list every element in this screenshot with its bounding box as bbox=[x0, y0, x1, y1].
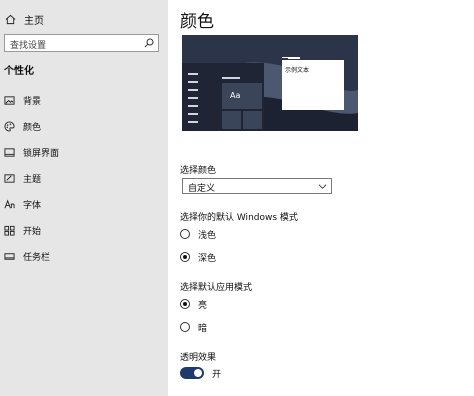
section-title: 个性化 bbox=[4, 66, 34, 77]
radio-label: 深色 bbox=[198, 253, 217, 264]
transparency-toggle[interactable]: 开 bbox=[180, 366, 221, 380]
theme-preview: Aa 示例文本 bbox=[182, 35, 358, 131]
sidebar-item-label: 任务栏 bbox=[23, 252, 51, 263]
tile bbox=[222, 111, 241, 129]
brush-icon bbox=[4, 173, 15, 183]
windows-mode-light-radio[interactable]: 浅色 bbox=[180, 227, 216, 241]
search-placeholder: 查找设置 bbox=[10, 41, 47, 51]
radio-indicator bbox=[180, 299, 190, 309]
chevron-down-icon bbox=[318, 184, 327, 189]
menu-header-line bbox=[222, 77, 240, 79]
sidebar-item-taskbar[interactable]: 任务栏 bbox=[4, 247, 164, 265]
home-label: 主页 bbox=[24, 15, 44, 27]
sidebar-item-label: 背景 bbox=[23, 96, 42, 107]
page-title: 颜色 bbox=[180, 12, 214, 32]
toggle-state-label: 开 bbox=[212, 369, 222, 380]
sidebar-item-label: 颜色 bbox=[23, 122, 42, 133]
radio-label: 浅色 bbox=[198, 230, 217, 241]
start-icon bbox=[4, 225, 15, 236]
home-link[interactable]: 主页 bbox=[5, 11, 44, 27]
sample-text: 示例文本 bbox=[285, 67, 310, 74]
sidebar-item-themes[interactable]: 主题 bbox=[4, 169, 164, 187]
sidebar-item-label: 字体 bbox=[23, 200, 42, 211]
taskbar-icon bbox=[4, 252, 15, 260]
font-icon bbox=[4, 199, 15, 208]
choose-color-label: 选择颜色 bbox=[180, 166, 217, 176]
choose-color-select[interactable]: 自定义 bbox=[182, 178, 332, 194]
search-input[interactable]: 查找设置 bbox=[4, 34, 159, 52]
transparency-label: 透明效果 bbox=[180, 353, 217, 363]
sidebar-item-fonts[interactable]: 字体 bbox=[4, 195, 164, 213]
sample-window: 示例文本 bbox=[282, 57, 344, 110]
window-tab-line bbox=[282, 57, 296, 58]
sidebar-item-background[interactable]: 背景 bbox=[4, 91, 164, 109]
menu-lines bbox=[188, 67, 198, 131]
picture-icon bbox=[4, 95, 15, 105]
sidebar-item-label: 主题 bbox=[23, 174, 42, 185]
sidebar: 主页 查找设置 个性化 背景 颜色 锁屏界面 主题 字体 开始 任务栏 bbox=[0, 0, 168, 396]
app-mode-label: 选择默认应用模式 bbox=[180, 283, 253, 293]
sidebar-item-start[interactable]: 开始 bbox=[4, 221, 164, 239]
toggle-track[interactable] bbox=[180, 367, 204, 379]
sidebar-item-colors[interactable]: 颜色 bbox=[4, 117, 164, 135]
radio-label: 暗 bbox=[198, 323, 208, 334]
sidebar-item-label: 开始 bbox=[23, 226, 42, 237]
start-menu-preview: Aa bbox=[182, 63, 264, 131]
search-icon[interactable] bbox=[144, 38, 154, 48]
radio-indicator bbox=[180, 229, 190, 239]
sidebar-item-lock-screen[interactable]: 锁屏界面 bbox=[4, 143, 164, 161]
choose-color-value: 自定义 bbox=[188, 184, 216, 194]
app-mode-dark-radio[interactable]: 暗 bbox=[180, 320, 207, 334]
radio-label: 亮 bbox=[198, 300, 208, 311]
tile bbox=[243, 111, 262, 129]
home-icon bbox=[5, 14, 16, 24]
main-content: 颜色 Aa 示例文本 选择颜色 自定义 选择你的默认 Windows 模式 浅色… bbox=[168, 0, 474, 396]
radio-indicator bbox=[180, 322, 190, 332]
app-mode-light-radio[interactable]: 亮 bbox=[180, 297, 207, 311]
radio-indicator bbox=[180, 252, 190, 262]
tile-label: Aa bbox=[230, 91, 241, 100]
toggle-knob bbox=[194, 369, 202, 377]
palette-icon bbox=[4, 120, 15, 132]
windows-mode-dark-radio[interactable]: 深色 bbox=[180, 250, 216, 264]
windows-mode-label: 选择你的默认 Windows 模式 bbox=[180, 213, 298, 223]
lock-screen-icon bbox=[4, 147, 15, 157]
sidebar-item-label: 锁屏界面 bbox=[23, 148, 60, 159]
accent-tile: Aa bbox=[222, 83, 262, 109]
